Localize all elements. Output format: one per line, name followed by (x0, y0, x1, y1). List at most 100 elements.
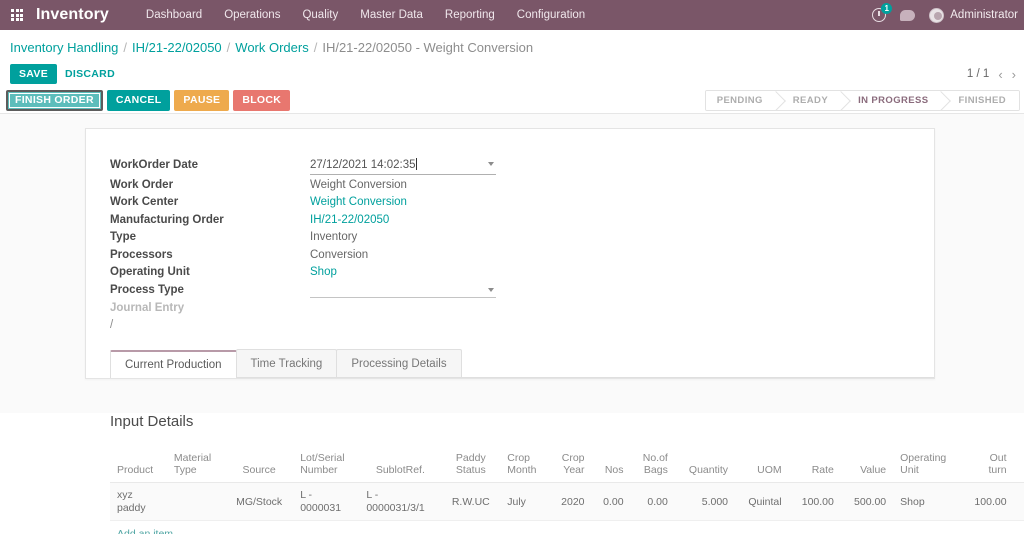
menu-item-configuration[interactable]: Configuration (506, 2, 596, 28)
field-workorder-date[interactable]: 27/12/2021 14:02:35 (310, 153, 500, 176)
cell-material-type[interactable] (167, 483, 225, 521)
cell-source[interactable]: MG/Stock (225, 483, 293, 521)
value-journal-entry (310, 299, 500, 317)
label-type: Type (110, 229, 310, 247)
form-row-type: Type Inventory (110, 229, 500, 247)
table-row[interactable]: xyzpaddy MG/Stock L -0000031 L -0000031/… (110, 483, 1024, 521)
breadcrumb-item-order[interactable]: IH/21-22/02050 (132, 40, 222, 55)
breadcrumb-separator: / (314, 40, 318, 55)
form-row-journal-entry: Journal Entry (110, 299, 500, 317)
input-details-title: Input Details (110, 413, 1024, 430)
status-step-in-progress[interactable]: IN PROGRESS (841, 91, 941, 110)
label-workorder-date: WorkOrder Date (110, 153, 310, 176)
value-work-center[interactable]: Weight Conversion (310, 194, 500, 212)
add-an-item-link[interactable]: Add an item (117, 528, 1024, 534)
workorder-action-bar: FINISH ORDER CANCEL PAUSE BLOCK PENDING … (0, 88, 1024, 114)
cell-crop-year[interactable]: 2020 (549, 483, 591, 521)
notebook-tabs: Current Production Time Tracking Process… (110, 349, 934, 378)
text-cursor (416, 158, 417, 170)
form-row-process-type: Process Type (110, 281, 500, 299)
user-menu[interactable]: Administrator (929, 8, 1018, 23)
value-manufacturing-order[interactable]: IH/21-22/02050 (310, 211, 500, 229)
breadcrumb-current-page: IH/21-22/02050 - Weight Conversion (322, 40, 533, 55)
menu-item-master-data[interactable]: Master Data (349, 2, 434, 28)
tab-current-production[interactable]: Current Production (110, 350, 237, 378)
record-pager: 1 / 1 ‹ › (967, 60, 1016, 88)
column-header-material-type[interactable]: MaterialType (167, 448, 225, 483)
value-workorder-date: 27/12/2021 14:02:35 (310, 159, 416, 171)
cancel-button[interactable]: CANCEL (107, 90, 171, 111)
cell-nos[interactable]: 0.00 (592, 483, 631, 521)
cell-product[interactable]: xyzpaddy (110, 483, 167, 521)
workorder-form: WorkOrder Date 27/12/2021 14:02:35 Work … (110, 153, 500, 317)
column-header-rate[interactable]: Rate (789, 448, 841, 483)
column-header-crop-month[interactable]: CropMonth (500, 448, 549, 483)
breadcrumb-item-inventory-handling[interactable]: Inventory Handling (10, 40, 118, 55)
activity-menu[interactable]: 1 (872, 8, 886, 22)
form-row-workorder-date: WorkOrder Date 27/12/2021 14:02:35 (110, 153, 500, 176)
column-header-out-turn[interactable]: Outturn (961, 448, 1013, 483)
block-button[interactable]: BLOCK (233, 90, 290, 111)
discard-button[interactable]: DISCARD (57, 64, 123, 85)
apps-grid-icon[interactable] (4, 0, 30, 30)
cell-crop-month[interactable]: July (500, 483, 549, 521)
form-row-work-center: Work Center Weight Conversion (110, 194, 500, 212)
column-header-crop-year[interactable]: CropYear (549, 448, 591, 483)
column-header-nos[interactable]: Nos (592, 448, 631, 483)
label-work-order: Work Order (110, 176, 310, 194)
column-header-uom[interactable]: UOM (735, 448, 789, 483)
value-operating-unit[interactable]: Shop (310, 264, 500, 282)
label-processors: Processors (110, 246, 310, 264)
table-header-row: Product MaterialType Source Lot/SerialNu… (110, 448, 1024, 483)
column-header-lot-serial[interactable]: Lot/SerialNumber (293, 448, 359, 483)
label-work-center: Work Center (110, 194, 310, 212)
chevron-left-icon[interactable]: ‹ (998, 67, 1002, 82)
column-header-source[interactable]: Source (225, 448, 293, 483)
field-process-type[interactable] (310, 281, 500, 299)
column-header-quantity[interactable]: Quantity (675, 448, 735, 483)
finish-order-button[interactable]: FINISH ORDER (6, 90, 103, 111)
cell-rate[interactable]: 100.00 (789, 483, 841, 521)
caret-down-icon[interactable] (488, 162, 494, 166)
label-journal-entry: Journal Entry (110, 299, 310, 317)
cell-lot-serial[interactable]: L -0000031 (293, 483, 359, 521)
pager-count: 1 / 1 (967, 68, 989, 80)
cell-quantity[interactable]: 5.000 (675, 483, 735, 521)
cell-sublot-ref[interactable]: L -0000031/3/1 (359, 483, 441, 521)
status-step-finished[interactable]: FINISHED (941, 91, 1019, 110)
menu-item-reporting[interactable]: Reporting (434, 2, 506, 28)
breadcrumb: Inventory Handling / IH/21-22/02050 / Wo… (0, 34, 1024, 60)
menu-item-quality[interactable]: Quality (291, 2, 349, 28)
tab-processing-details[interactable]: Processing Details (336, 349, 461, 377)
column-header-operating-unit[interactable]: OperatingUnit (893, 448, 961, 483)
column-header-paddy-status[interactable]: PaddyStatus (441, 448, 500, 483)
top-navigation-bar: Inventory Dashboard Operations Quality M… (0, 0, 1024, 30)
column-header-product[interactable]: Product (110, 448, 167, 483)
pause-button[interactable]: PAUSE (174, 90, 229, 111)
menu-item-dashboard[interactable]: Dashboard (135, 2, 213, 28)
tab-time-tracking[interactable]: Time Tracking (236, 349, 338, 377)
cell-operating-unit[interactable]: Shop (893, 483, 961, 521)
cell-paddy-status[interactable]: R.W.UC (441, 483, 500, 521)
cell-no-of-bags[interactable]: 0.00 (631, 483, 675, 521)
cell-out-turn[interactable]: 100.00 (961, 483, 1013, 521)
breadcrumb-item-work-orders[interactable]: Work Orders (235, 40, 308, 55)
caret-down-icon[interactable] (488, 288, 494, 292)
messages-menu[interactable] (900, 10, 915, 21)
column-header-purchase-chaff[interactable]: PurchaseChaff (1014, 448, 1024, 483)
cell-value[interactable]: 500.00 (841, 483, 893, 521)
value-processors: Conversion (310, 246, 500, 264)
column-header-sublot-ref[interactable]: SublotRef. (359, 448, 441, 483)
column-header-no-of-bags[interactable]: No.ofBags (631, 448, 675, 483)
menu-item-operations[interactable]: Operations (213, 2, 291, 28)
save-button[interactable]: SAVE (10, 64, 57, 85)
chevron-right-icon[interactable]: › (1012, 67, 1016, 82)
column-header-value[interactable]: Value (841, 448, 893, 483)
status-step-pending[interactable]: PENDING (706, 91, 776, 110)
top-right-controls: 1 Administrator (872, 0, 1018, 30)
value-type: Inventory (310, 229, 500, 247)
cell-uom[interactable]: Quintal (735, 483, 789, 521)
form-row-processors: Processors Conversion (110, 246, 500, 264)
cell-purchase-chaff[interactable]: 0.00 (1014, 483, 1024, 521)
chat-icon (900, 10, 915, 21)
